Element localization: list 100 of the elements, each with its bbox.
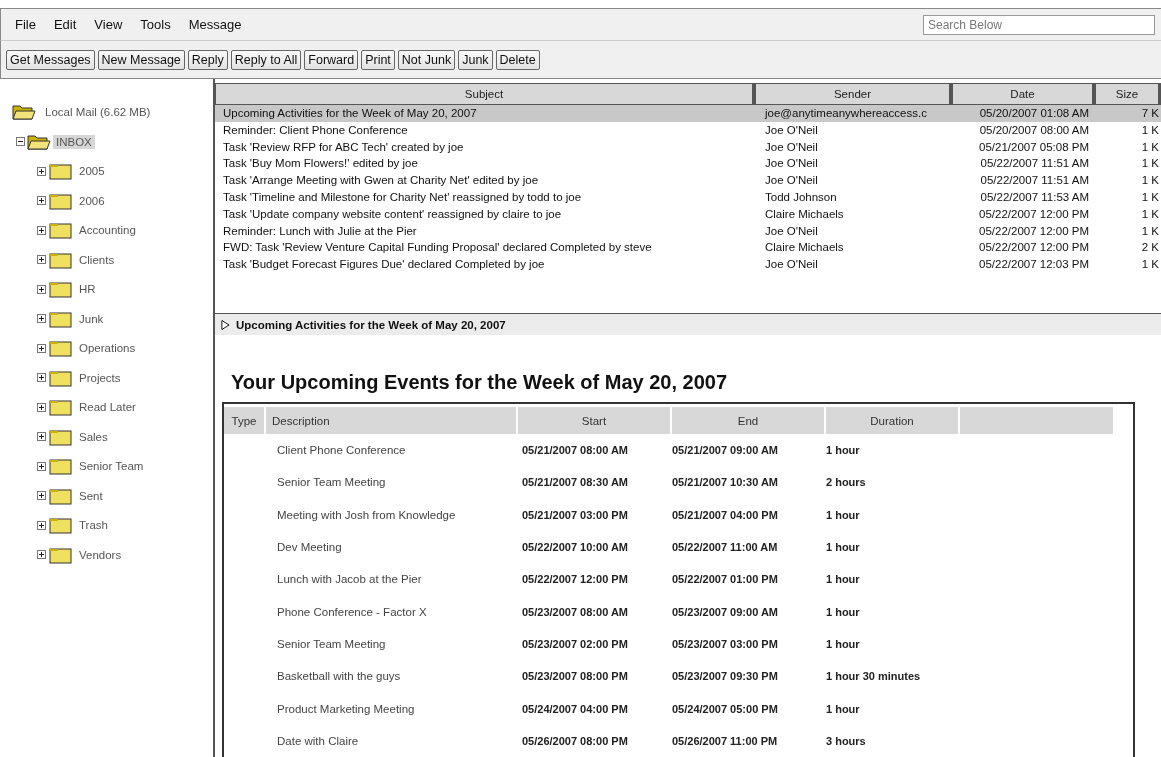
tree-item-label[interactable]: Projects (76, 370, 124, 385)
message-subject: Reminder: Client Phone Conference (222, 122, 409, 138)
event-start: 05/26/2007 08:00 PM (522, 734, 628, 747)
toolbar-button[interactable]: Junk (458, 49, 493, 70)
message-row[interactable]: Task 'Update company website content' reassigned by claire to joe Claire Michaels 05/22/2007 12:00 PM 1 K (215, 205, 1161, 223)
message-size: 2 K (1140, 240, 1160, 256)
folder-icon (49, 516, 73, 535)
tree-item-label[interactable]: HR (76, 282, 99, 297)
tree-item-label[interactable]: Senior Team (76, 459, 147, 474)
menu-item[interactable]: File (15, 17, 36, 32)
column-header[interactable]: Date (952, 83, 1095, 105)
message-row[interactable]: Task 'Buy Mom Flowers!' edited by joe Joe O'Neil 05/22/2007 11:51 AM 1 K (215, 155, 1161, 173)
event-description: Senior Team Meeting (277, 476, 386, 489)
expander-icon[interactable] (37, 314, 46, 324)
event-start: 05/21/2007 03:00 PM (522, 508, 628, 521)
message-row[interactable]: Reminder: Lunch with Julie at the Pier Joe O'Neil 05/22/2007 12:00 PM 1 K (215, 222, 1161, 240)
message-row[interactable]: FWD: Task 'Review Venture Capital Funding Proposal' declared Completed by steve Claire Michaels 05/22/2007 12:00 PM 2 K (215, 239, 1161, 257)
expander-icon[interactable] (37, 343, 46, 353)
tree-item-label[interactable]: Accounting (76, 223, 139, 238)
message-size: 1 K (1140, 257, 1160, 273)
expander-icon[interactable] (37, 491, 46, 501)
folder-icon (49, 339, 73, 358)
folder-icon (49, 280, 73, 299)
message-date: 05/22/2007 12:03 PM (978, 257, 1090, 273)
message-size: 1 K (1140, 190, 1160, 205)
expander-icon[interactable] (37, 373, 46, 383)
message-size: 1 K (1140, 223, 1160, 239)
menu-item[interactable]: Message (188, 17, 242, 32)
toolbar-button[interactable]: Print (361, 49, 395, 70)
message-row[interactable]: Task 'Arrange Meeting with Gwen at Charity Net' edited by joe Joe O'Neil 05/22/2007 11:51 AM 1 K (215, 172, 1161, 189)
expander-icon[interactable] (37, 255, 46, 265)
menu-item[interactable]: View (94, 17, 123, 32)
event-end: 05/23/2007 09:00 AM (672, 605, 778, 618)
tree-item-label[interactable]: Sent (76, 488, 106, 503)
message-row[interactable]: Task 'Review RFP for ABC Tech' created by joe Joe O'Neil 05/21/2007 05:08 PM 1 K (215, 138, 1161, 156)
toolbar-button[interactable]: Forward (304, 49, 359, 70)
message-date: 05/22/2007 12:00 PM (978, 206, 1090, 222)
expander-icon[interactable] (37, 461, 46, 471)
expander-icon[interactable] (37, 166, 46, 176)
message-size: 1 K (1140, 156, 1160, 172)
column-header[interactable]: Subject (215, 83, 755, 105)
expand-arrow-icon[interactable] (221, 318, 230, 331)
toolbar-button[interactable]: New Message (97, 49, 185, 70)
search-field[interactable]: Search Below (923, 14, 1155, 35)
tree-item-label[interactable]: Clients (76, 252, 118, 267)
expander-icon[interactable] (37, 432, 46, 442)
tree-item-label[interactable]: Trash (76, 518, 111, 533)
message-subject: Task 'Buy Mom Flowers!' edited by joe (222, 156, 419, 172)
menu-item[interactable]: Tools (140, 17, 171, 32)
message-sender: Joe O'Neil (764, 223, 819, 239)
toolbar-button[interactable]: Get Messages (6, 49, 95, 70)
expander-icon[interactable] (37, 225, 46, 235)
column-header: Start (518, 407, 672, 435)
tree-item-label[interactable]: 2006 (76, 193, 108, 208)
tree-item-label[interactable]: Local Mail (6.62 MB) (42, 104, 154, 119)
expander-icon[interactable] (37, 284, 46, 294)
folder-icon (49, 162, 73, 181)
event-start: 05/23/2007 08:00 AM (522, 605, 628, 618)
column-header[interactable]: Sender (755, 83, 952, 105)
tree-item-label[interactable]: Vendors (76, 547, 125, 562)
event-description: Client Phone Conference (277, 444, 406, 457)
message-sender: Joe O'Neil (764, 257, 819, 273)
tree-item-label[interactable]: Junk (76, 311, 107, 326)
expander-icon[interactable] (37, 402, 46, 412)
message-sender: Claire Michaels (764, 206, 845, 222)
tree-item-label[interactable]: Read Later (76, 400, 139, 415)
expander-icon[interactable] (16, 137, 25, 146)
toolbar-button[interactable]: Not Junk (397, 49, 456, 70)
expander-icon[interactable] (37, 550, 46, 560)
message-size: 7 K (1140, 106, 1160, 121)
event-end: 05/21/2007 09:00 AM (672, 444, 778, 457)
message-row[interactable]: Task 'Budget Forecast Figures Due' declared Completed by joe Joe O'Neil 05/22/2007 12:03 PM 1 K (215, 256, 1161, 273)
tree-item-label[interactable]: INBOX (53, 134, 95, 149)
message-subject: Task 'Review RFP for ABC Tech' created by joe (222, 139, 465, 155)
message-subject: Upcoming Activities for the Week of May 20, 2007 (222, 106, 478, 121)
message-row[interactable]: Reminder: Client Phone Conference Joe O'Neil 05/20/2007 08:00 AM 1 K (215, 121, 1161, 139)
message-sender: Joe O'Neil (764, 122, 819, 138)
menu-item[interactable]: Edit (53, 17, 77, 32)
expander-icon[interactable] (37, 520, 46, 530)
tree-item-label[interactable]: 2005 (76, 164, 108, 179)
message-row[interactable]: Task 'Timeline and Milestone for Charity Net' reassigned by todd to joe Todd Johnson 05/22/2007 11:53 AM 1 K (215, 189, 1161, 206)
message-size: 1 K (1140, 206, 1160, 222)
toolbar-button[interactable]: Reply (187, 49, 228, 70)
folder-icon (49, 191, 73, 210)
toolbar-button[interactable]: Reply to All (230, 49, 302, 70)
message-row[interactable]: Upcoming Activities for the Week of May 20, 2007 joe@anytimeanywhereaccess.c 05/20/2007 01:08 AM 7 K (215, 105, 1161, 122)
event-duration: 1 hour (826, 508, 860, 521)
tree-item-label[interactable]: Sales (76, 429, 111, 444)
folder-icon (49, 309, 73, 328)
folder-icon (49, 427, 73, 446)
column-header[interactable]: Size (1095, 83, 1161, 105)
expander-icon[interactable] (37, 196, 46, 206)
event-end: 05/26/2007 11:00 PM (672, 734, 778, 747)
event-description: Product Marketing Meeting (277, 702, 415, 715)
toolbar-button[interactable]: Delete (495, 49, 540, 70)
event-duration: 1 hour (826, 573, 860, 586)
message-size: 1 K (1140, 139, 1160, 155)
message-subject: Task 'Budget Forecast Figures Due' declared Completed by joe (222, 257, 546, 273)
message-date: 05/22/2007 11:51 AM (979, 156, 1090, 172)
tree-item-label[interactable]: Operations (76, 341, 139, 356)
